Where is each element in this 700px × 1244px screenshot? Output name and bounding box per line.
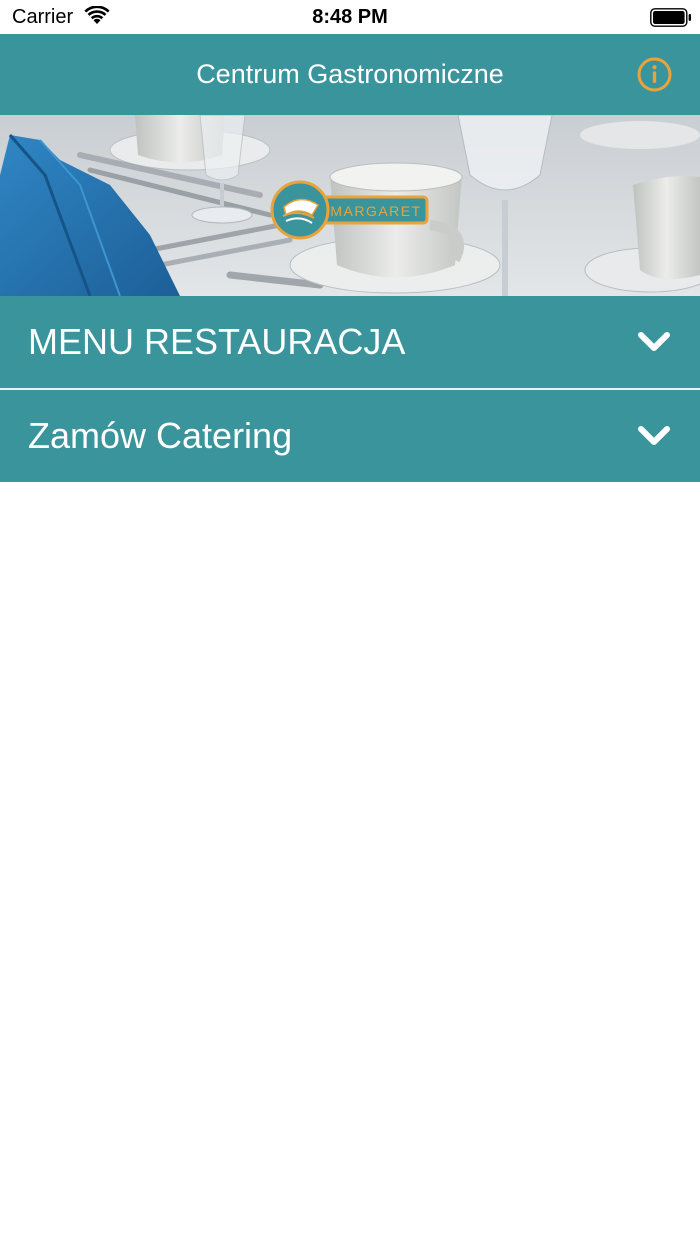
chevron-down-icon [638,332,670,351]
status-time: 8:48 PM [312,6,388,28]
chevron-down-icon [638,426,670,445]
accordion-zamow-catering[interactable]: Zamów Catering [0,390,700,482]
info-icon[interactable] [636,56,673,93]
accordion-menu-restauracja[interactable]: MENU RESTAURACJA [0,296,700,388]
banner-image: MARGARET [0,115,700,296]
battery-icon [650,8,691,27]
accordion-label: MENU RESTAURACJA [28,321,406,362]
svg-text:MARGARET: MARGARET [330,203,421,219]
accordion-label: Zamów Catering [28,415,293,456]
page-title: Centrum Gastronomiczne [196,59,504,89]
nav-bar: Centrum Gastronomiczne [0,34,700,115]
table-setting-illustration: MARGARET [0,115,700,296]
status-bar: Carrier 8:48 PM [0,0,700,34]
